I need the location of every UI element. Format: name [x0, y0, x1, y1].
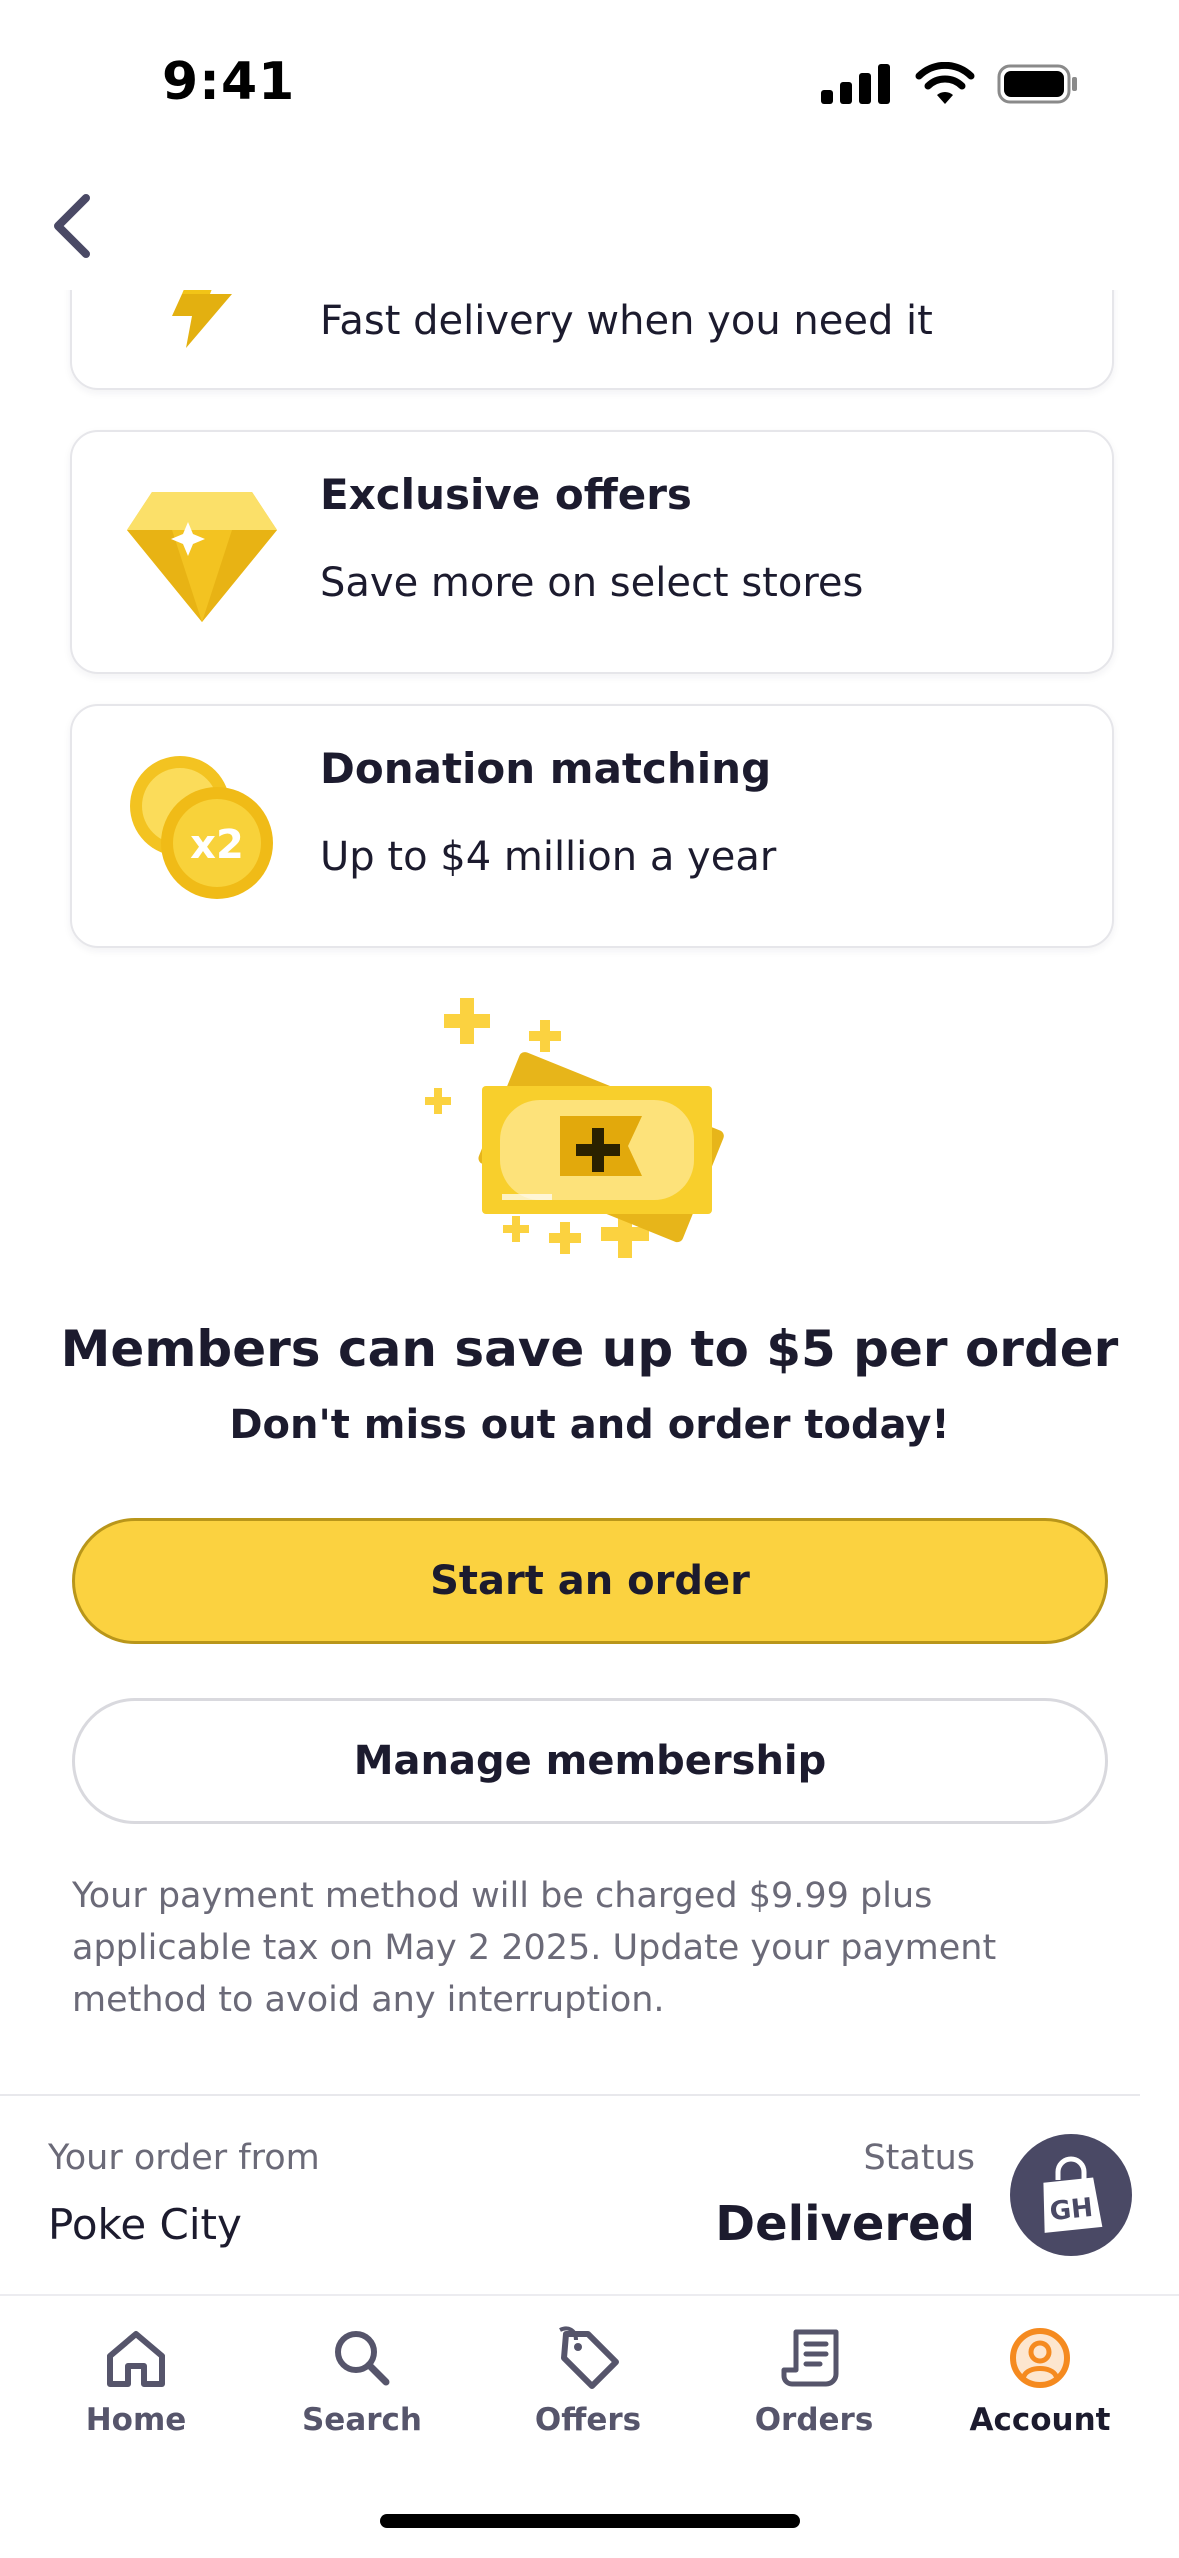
lightning-icon [172, 290, 232, 348]
status-bar: 9:41 [0, 0, 1179, 170]
chevron-left-icon [54, 194, 90, 258]
tab-label: Orders [754, 2402, 874, 2438]
tab-search[interactable]: Search [262, 2326, 462, 2438]
status-icons [821, 62, 1079, 106]
money-plus-icon [425, 998, 724, 1258]
home-icon [107, 2331, 165, 2387]
benefit-title: Donation matching [320, 744, 772, 793]
diamond-icon [127, 492, 277, 622]
promo-headline: Members can save up to $5 per order [60, 1320, 1119, 1378]
svg-text:GH: GH [1048, 2193, 1094, 2227]
manage-membership-button[interactable]: Manage membership [72, 1698, 1108, 1824]
receipt-icon [781, 2329, 839, 2387]
tab-home[interactable]: Home [36, 2326, 236, 2438]
tag-icon [559, 2326, 619, 2389]
home-indicator[interactable] [380, 2514, 800, 2528]
benefit-card-donation-matching: x2 Donation matching Up to $4 million a … [70, 704, 1114, 948]
order-status-banner[interactable]: Your order from Poke City Status Deliver… [0, 2096, 1179, 2294]
battery-icon [997, 64, 1077, 104]
promo-subline: Don't miss out and order today! [229, 1402, 950, 1448]
start-order-button[interactable]: Start an order [72, 1518, 1108, 1644]
back-button[interactable] [44, 190, 104, 262]
status-time: 9:41 [162, 52, 296, 112]
tab-label: Offers [534, 2402, 642, 2438]
coins-x2-icon: x2 [130, 756, 273, 899]
cellular-signal-icon [821, 64, 890, 104]
benefit-title: Exclusive offers [320, 470, 692, 519]
benefit-description: Up to $4 million a year [320, 834, 777, 880]
order-status-label: Status [863, 2138, 975, 2178]
tab-offers[interactable]: Offers [488, 2326, 688, 2438]
benefit-description: Save more on select stores [320, 560, 864, 606]
tab-label: Account [969, 2402, 1111, 2438]
order-status-value: Delivered [715, 2196, 975, 2252]
search-icon [335, 2331, 390, 2386]
billing-notice: Your payment method will be charged $9.9… [72, 1876, 997, 2020]
tab-account[interactable]: Account [940, 2326, 1140, 2438]
membership-content[interactable]: Fast delivery when you need it Exclusive… [0, 290, 1179, 2070]
svg-text:x2: x2 [190, 822, 244, 868]
grubhub-bag-icon: GH [1010, 2134, 1132, 2256]
order-store-name: Poke City [48, 2200, 242, 2249]
order-from-label: Your order from [48, 2138, 320, 2178]
wifi-icon [915, 62, 975, 104]
tab-label: Search [301, 2402, 422, 2438]
tab-label: Home [85, 2402, 187, 2438]
account-icon [1010, 2328, 1070, 2388]
benefit-card-exclusive-offers: Exclusive offers Save more on select sto… [70, 430, 1114, 674]
benefit-card-fast-delivery: Fast delivery when you need it [70, 290, 1114, 390]
benefit-description: Fast delivery when you need it [320, 298, 933, 344]
tab-orders[interactable]: Orders [714, 2326, 914, 2438]
